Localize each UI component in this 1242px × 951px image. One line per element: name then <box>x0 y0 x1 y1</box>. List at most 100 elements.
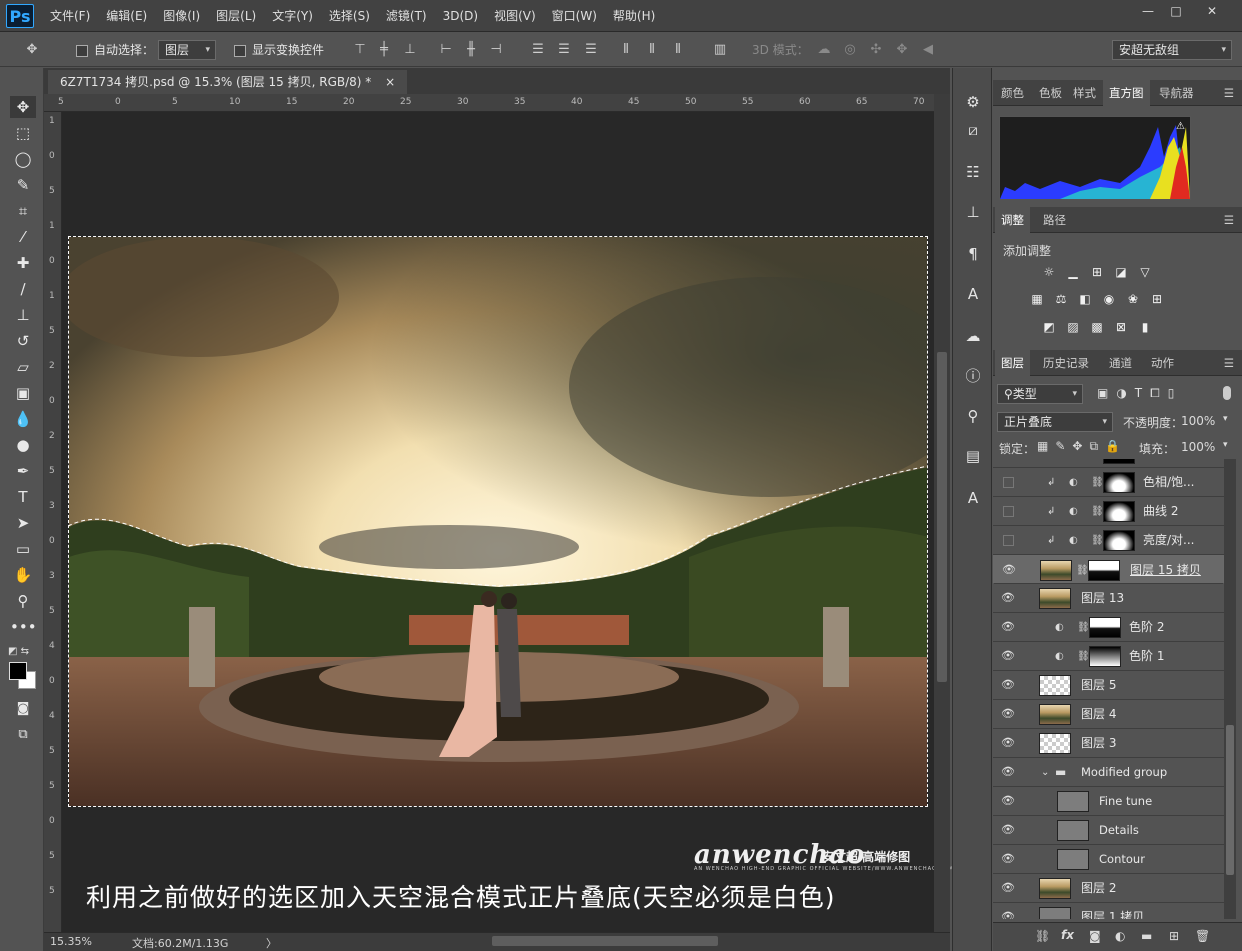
history-brush-tool-icon[interactable]: ↺ <box>10 330 36 352</box>
link-layers-icon[interactable]: ⛓ <box>1035 929 1050 943</box>
chevron-down-icon[interactable]: ▾ <box>1223 440 1228 450</box>
layer-row[interactable]: ↲ ◐ ⛓ 曲线 2 <box>993 497 1224 526</box>
align-left-icon[interactable]: ⊢ <box>438 42 454 58</box>
menu-view[interactable]: 视图(V) <box>486 0 544 32</box>
eye-icon[interactable]: 👁 <box>1001 679 1015 691</box>
visibility-off-icon[interactable] <box>1003 506 1014 517</box>
brightness-icon[interactable]: ☼ <box>1041 265 1057 279</box>
zoom-tool-icon[interactable]: ⚲ <box>10 590 36 612</box>
tab-adjustments[interactable]: 调整 <box>995 207 1030 233</box>
auto-select-checkbox[interactable]: 自动选择： <box>76 33 154 67</box>
panel-menu-icon[interactable]: ☰ <box>1224 80 1234 106</box>
lasso-tool-icon[interactable]: ◯ <box>10 148 36 170</box>
opacity-value[interactable]: 100% <box>1181 414 1215 428</box>
layer-row[interactable]: 👁 Contour <box>993 845 1224 874</box>
posterize-icon[interactable]: ▨ <box>1065 320 1081 334</box>
layer-row-selected[interactable]: 👁 ⛓ 图层 15 拷贝 <box>993 555 1224 584</box>
align-top-icon[interactable]: ⊤ <box>352 42 368 58</box>
show-transform-checkbox[interactable]: 显示变换控件 <box>234 33 324 67</box>
eye-icon[interactable]: 👁 <box>1001 853 1015 865</box>
menu-image[interactable]: 图像(I) <box>155 0 208 32</box>
curves-icon[interactable]: ⊞ <box>1089 265 1105 279</box>
distribute-left-icon[interactable]: ⫴ <box>618 42 634 58</box>
menu-3d[interactable]: 3D(D) <box>435 0 486 32</box>
panel-menu-icon[interactable]: ☰ <box>1224 350 1234 376</box>
tool-presets-icon[interactable]: ▤ <box>963 446 983 466</box>
more-tools-icon[interactable]: ••• <box>10 616 37 638</box>
path-select-tool-icon[interactable]: ➤ <box>10 512 36 534</box>
layer-row[interactable]: 👁 图层 5 <box>993 671 1224 700</box>
color-lookup-icon[interactable]: ⊞ <box>1149 292 1165 306</box>
vibrance-icon[interactable]: ▽ <box>1137 265 1153 279</box>
pen-tool-icon[interactable]: ✒ <box>10 460 36 482</box>
tab-histogram[interactable]: 直方图 <box>1103 80 1150 106</box>
tab-actions[interactable]: 动作 <box>1151 350 1174 376</box>
clone-source-icon[interactable]: ⊥ <box>963 202 983 222</box>
transform-panel-icon[interactable]: ⧄ <box>963 120 983 140</box>
restore-button[interactable]: □ <box>1162 2 1190 20</box>
photo-filter-icon[interactable]: ◉ <box>1101 292 1117 306</box>
layer-row[interactable]: 👁 Details <box>993 816 1224 845</box>
move-tool-icon[interactable]: ✥ <box>24 42 40 58</box>
new-adjustment-icon[interactable]: ◐ <box>1115 929 1125 943</box>
tab-channels[interactable]: 通道 <box>1109 350 1132 376</box>
close-tab-icon[interactable]: × <box>385 75 395 89</box>
auto-select-dropdown[interactable]: 图层 ▾ <box>158 40 216 60</box>
levels-icon[interactable]: ▁ <box>1065 265 1081 279</box>
default-colors-icon[interactable]: ◩ ⇆ <box>8 646 29 657</box>
eye-icon[interactable]: 👁 <box>1001 708 1015 720</box>
add-mask-icon[interactable]: ◙ <box>1089 929 1101 943</box>
menu-select[interactable]: 选择(S) <box>321 0 378 32</box>
layer-row[interactable]: ↲ ◐ ⛓ 色相/饱... <box>993 468 1224 497</box>
eye-icon[interactable]: 👁 <box>1001 824 1015 836</box>
eyedropper-tool-icon[interactable]: ⁄ <box>10 226 36 248</box>
close-window-button[interactable]: ✕ <box>1198 2 1226 20</box>
dodge-tool-icon[interactable]: ● <box>10 434 36 456</box>
document-tab[interactable]: 6Z7T1734 拷贝.psd @ 15.3% (图层 15 拷贝, RGB/8… <box>48 70 408 94</box>
layer-row[interactable]: 👁 Fine tune <box>993 787 1224 816</box>
minimize-button[interactable]: — <box>1134 2 1162 20</box>
layer-filter-dropdown[interactable]: ⚲类型 ▾ <box>997 384 1083 404</box>
type-tool-icon[interactable]: T <box>10 486 36 508</box>
vertical-scrollbar[interactable] <box>934 94 950 932</box>
warning-icon[interactable]: ⚠ <box>1176 121 1185 132</box>
eye-icon[interactable]: 👁 <box>1001 882 1015 894</box>
brush-tool-icon[interactable]: ∕ <box>10 278 36 300</box>
eraser-tool-icon[interactable]: ▱ <box>10 356 36 378</box>
menu-help[interactable]: 帮助(H) <box>605 0 663 32</box>
eye-icon[interactable]: 👁 <box>1001 795 1015 807</box>
quick-select-tool-icon[interactable]: ✎ <box>10 174 36 196</box>
character-styles-icon[interactable]: A <box>963 488 983 508</box>
tab-color[interactable]: 颜色 <box>1001 80 1024 106</box>
rectangle-tool-icon[interactable]: ▭ <box>10 538 36 560</box>
libraries-icon[interactable]: ☁ <box>963 326 983 346</box>
align-hcenter-icon[interactable]: ╫ <box>463 42 479 58</box>
distribute-top-icon[interactable]: ☰ <box>530 42 546 58</box>
info-panel-icon[interactable]: ⓘ <box>963 366 983 386</box>
status-menu-arrow[interactable]: 〉 <box>266 935 277 951</box>
menu-edit[interactable]: 编辑(E) <box>98 0 155 32</box>
horizontal-scroll-thumb[interactable] <box>492 936 718 946</box>
workspace-dropdown[interactable]: 安超无敌组 ▾ <box>1112 40 1232 60</box>
chevron-down-icon[interactable]: ▾ <box>1223 414 1228 424</box>
exposure-icon[interactable]: ◪ <box>1113 265 1129 279</box>
distribute-hcenter-icon[interactable]: ⫴ <box>644 42 660 58</box>
blend-mode-dropdown[interactable]: 正片叠底 ▾ <box>997 412 1113 432</box>
panel-menu-icon[interactable]: ☰ <box>1224 207 1234 233</box>
gradient-map-icon[interactable]: ▮ <box>1137 320 1153 334</box>
visibility-off-icon[interactable] <box>1003 477 1014 488</box>
layer-row[interactable]: ↲ ◐ ⛓ 亮度/对... <box>993 526 1224 555</box>
align-bottom-icon[interactable]: ⊥ <box>402 42 418 58</box>
layer-row[interactable]: 👁 图层 13 <box>993 584 1224 613</box>
tab-styles[interactable]: 样式 <box>1073 80 1096 106</box>
tab-paths[interactable]: 路径 <box>1043 207 1066 233</box>
menu-file[interactable]: 文件(F) <box>42 0 98 32</box>
fill-value[interactable]: 100% <box>1181 440 1215 454</box>
menu-filter[interactable]: 滤镜(T) <box>378 0 435 32</box>
3d-panel-icon[interactable]: ⚙ <box>963 92 983 112</box>
paragraph-panel-icon[interactable]: ¶ <box>963 244 983 264</box>
layers-scrollbar[interactable] <box>1224 459 1236 919</box>
hand-tool-icon[interactable]: ✋ <box>10 564 36 586</box>
quick-mask-icon[interactable]: ◙ <box>10 698 36 720</box>
scroll-thumb[interactable] <box>1226 725 1234 875</box>
